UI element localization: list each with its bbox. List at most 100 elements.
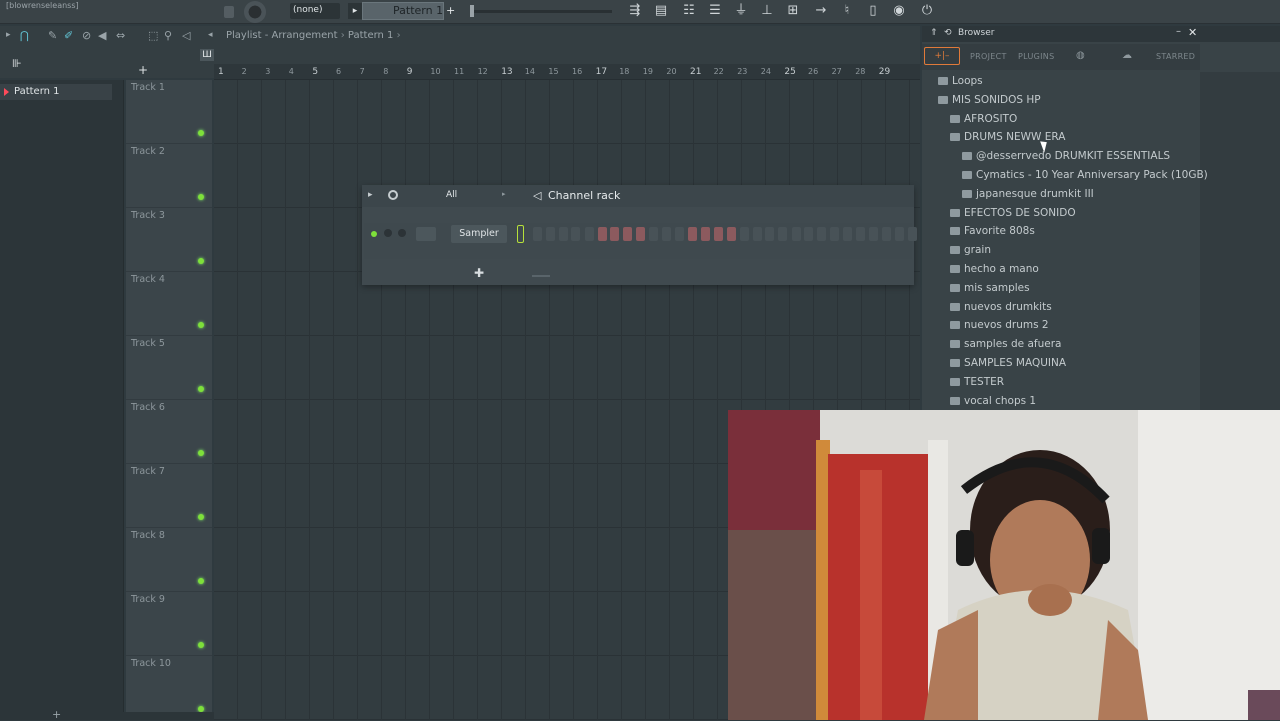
browser-folder[interactable]: nuevos drums 2: [950, 316, 1049, 334]
sampler-channel-button[interactable]: Sampler: [451, 225, 507, 243]
step-button[interactable]: [713, 227, 723, 241]
playlist-icon[interactable]: ⇶: [626, 2, 644, 20]
step-button[interactable]: [791, 227, 801, 241]
browser-folder[interactable]: Favorite 808s: [950, 222, 1035, 240]
swing-knob-icon[interactable]: [388, 190, 398, 200]
step-button[interactable]: [881, 227, 891, 241]
browser-folder[interactable]: hecho a mano: [950, 260, 1039, 278]
speaker-icon[interactable]: ◁: [533, 189, 541, 202]
browser-tab-starred[interactable]: STARRED: [1156, 52, 1195, 61]
zoom-icon[interactable]: ⚲: [164, 29, 172, 42]
step-button[interactable]: [533, 227, 542, 241]
channel-select-indicator[interactable]: [517, 225, 524, 243]
track-header[interactable]: Track 6: [126, 400, 212, 464]
file-icon[interactable]: ▯: [864, 2, 882, 20]
browser-close-icon[interactable]: ✕: [1188, 26, 1197, 39]
track-header[interactable]: Track 1: [126, 80, 212, 144]
step-button[interactable]: [907, 227, 917, 241]
mixer-track-box[interactable]: [416, 227, 436, 241]
slip-icon[interactable]: ⇔: [116, 29, 125, 42]
add-icon[interactable]: +: [52, 708, 61, 721]
hierarchy-icon[interactable]: ⊞: [784, 2, 802, 20]
step-button[interactable]: [804, 227, 814, 241]
track-header[interactable]: Track 9: [126, 592, 212, 656]
microphone-icon[interactable]: ♮: [838, 2, 856, 20]
step-button[interactable]: [584, 227, 594, 241]
step-button[interactable]: [571, 227, 581, 241]
pattern-list-item[interactable]: Pattern 1: [0, 84, 112, 100]
browser-tab-plugins[interactable]: PLUGINS: [1018, 52, 1054, 61]
piano-keys-icon[interactable]: ⊪: [12, 58, 26, 70]
step-button[interactable]: [829, 227, 839, 241]
track-led-icon[interactable]: [198, 642, 204, 648]
step-button[interactable]: [558, 227, 568, 241]
brush-icon[interactable]: ✐: [64, 29, 73, 42]
metronome-icon[interactable]: [224, 6, 234, 18]
arrow-icon[interactable]: ◂: [208, 30, 213, 40]
power-icon[interactable]: ⏻: [918, 2, 936, 20]
track-led-icon[interactable]: [198, 322, 204, 328]
playback-icon[interactable]: ◁: [182, 29, 190, 42]
step-button[interactable]: [752, 227, 762, 241]
step-button[interactable]: [623, 227, 633, 241]
add-track-icon[interactable]: +: [138, 63, 148, 77]
time-slider[interactable]: [472, 10, 612, 13]
mixer-icon[interactable]: ☷: [680, 2, 698, 20]
browser-folder[interactable]: DRUMS NEWW ERA: [950, 128, 1065, 146]
browser-all-tab-icon[interactable]: +|–: [924, 47, 960, 65]
master-knob[interactable]: [244, 1, 266, 23]
magnet-icon[interactable]: ⋂: [20, 29, 29, 42]
pencil-icon[interactable]: ✎: [48, 29, 57, 42]
browser-folder[interactable]: mis samples: [950, 279, 1030, 297]
browser-folder[interactable]: AFROSITO: [950, 110, 1017, 128]
track-led-icon[interactable]: [198, 130, 204, 136]
track-led-icon[interactable]: [198, 386, 204, 392]
channel-rack-scrollbar[interactable]: [532, 275, 550, 277]
track-led-icon[interactable]: [198, 258, 204, 264]
step-button[interactable]: [674, 227, 684, 241]
browser-folder[interactable]: @desserrvedo DRUMKIT ESSENTIALS: [962, 147, 1170, 165]
track-led-icon[interactable]: [198, 450, 204, 456]
pan-knob[interactable]: [384, 229, 392, 237]
step-button[interactable]: [597, 227, 607, 241]
add-channel-button[interactable]: ✚: [474, 266, 484, 280]
step-button[interactable]: [765, 227, 775, 241]
browser-folder[interactable]: nuevos drumkits: [950, 298, 1052, 316]
channel-rack-icon[interactable]: ☰: [706, 2, 724, 20]
step-button[interactable]: [545, 227, 555, 241]
delete-icon[interactable]: ⊘: [82, 29, 91, 42]
step-button[interactable]: [649, 227, 659, 241]
step-button[interactable]: [856, 227, 865, 241]
volume-knob[interactable]: [398, 229, 406, 237]
step-button[interactable]: [739, 227, 749, 241]
add-pattern-button[interactable]: +: [446, 3, 458, 19]
track-header[interactable]: Track 7: [126, 464, 212, 528]
track-header[interactable]: Track 8: [126, 528, 212, 592]
track-led-icon[interactable]: [198, 578, 204, 584]
browser-folder[interactable]: MIS SONIDOS HP: [938, 91, 1041, 109]
browser-folder[interactable]: samples de afuera: [950, 335, 1061, 353]
channel-rack-menu-arrow-icon[interactable]: ▸: [368, 190, 373, 200]
snap-icon[interactable]: Ш: [200, 49, 214, 61]
stamp-icon[interactable]: ◉: [890, 2, 908, 20]
browser-tab-project[interactable]: PROJECT: [970, 52, 1007, 61]
piano-roll-icon[interactable]: ▤: [652, 2, 670, 20]
playlist-menu-arrow-icon[interactable]: ▸: [6, 30, 11, 40]
track-header[interactable]: Track 2: [126, 144, 212, 208]
select-icon[interactable]: ⬚: [148, 29, 158, 42]
track-header[interactable]: Track 3: [126, 208, 212, 272]
step-button[interactable]: [636, 227, 646, 241]
timeline-ruler[interactable]: 1 2 3 4 5 6 7 8 9 10 11 12 13 14 15 16 17 18 19 20 21 22 23 24 2…: [214, 64, 920, 80]
step-button[interactable]: [700, 227, 710, 241]
browser-folder[interactable]: Loops: [938, 72, 983, 90]
step-button[interactable]: [688, 227, 698, 241]
browser-folder[interactable]: EFECTOS DE SONIDO: [950, 204, 1076, 222]
step-button[interactable]: [817, 227, 827, 241]
browser-pin-icon[interactable]: ⟲: [944, 28, 952, 38]
mute-icon[interactable]: ◀: [98, 29, 106, 42]
track-header[interactable]: Track 5: [126, 336, 212, 400]
step-button[interactable]: [778, 227, 788, 241]
browser-globe-icon[interactable]: ◍: [1076, 50, 1085, 61]
channel-led[interactable]: [371, 231, 377, 237]
play-arrow-icon[interactable]: ▸: [348, 3, 362, 19]
